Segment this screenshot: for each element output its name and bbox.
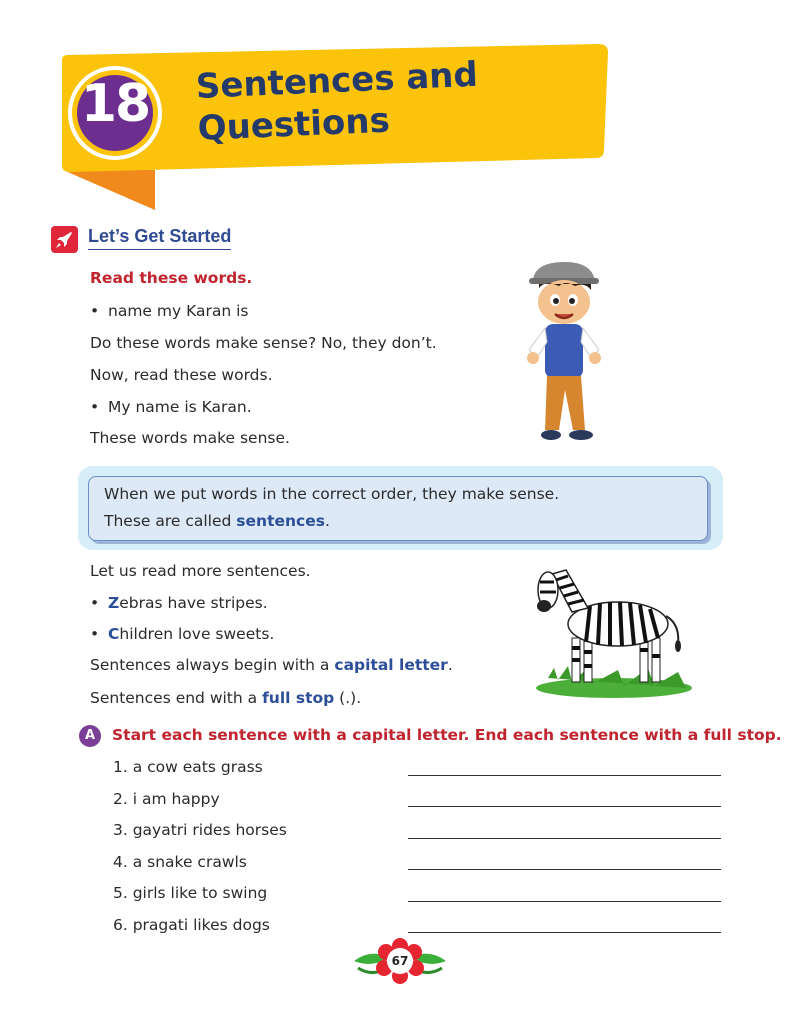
intro-line-1: Do these words make sense? No, they don’… [90, 334, 437, 352]
answer-line[interactable] [408, 838, 721, 839]
intro-bullet-1: • name my Karan is [90, 302, 249, 320]
more-line-3: Sentences end with a full stop (.). [90, 689, 362, 707]
info-line-2: These are called sentences. [104, 512, 330, 530]
more-bullet-2: • Children love sweets. [90, 625, 275, 643]
zebra-illustration [536, 569, 692, 698]
more-line-1: Let us read more sentences. [90, 562, 311, 580]
intro-instruction: Read these words. [90, 269, 253, 287]
answer-line[interactable] [408, 869, 721, 870]
exercise-item: 5. girls like to swing [113, 884, 268, 902]
exercise-item: 1. a cow eats grass [113, 758, 263, 776]
page-number: 67 [391, 954, 409, 968]
answer-line[interactable] [408, 775, 721, 776]
exercise-item: 3. gayatri rides horses [113, 821, 287, 839]
answer-line[interactable] [408, 901, 721, 902]
exercise-badge: A [79, 725, 101, 747]
boy-illustration [527, 262, 601, 440]
answer-line[interactable] [408, 806, 721, 807]
intro-bullet-2: • My name is Karan. [90, 398, 252, 416]
exercise-instruction: Start each sentence with a capital lette… [112, 726, 782, 744]
section-title: Let’s Get Started [88, 226, 232, 250]
intro-line-2: Now, read these words. [90, 366, 273, 384]
exercise-item: 2. i am happy [113, 790, 220, 808]
exercise-item: 6. pragati likes dogs [113, 916, 270, 934]
more-line-2: Sentences always begin with a capital le… [90, 656, 453, 674]
info-line-1: When we put words in the correct order, … [104, 485, 560, 503]
rocket-icon [51, 226, 78, 253]
answer-line[interactable] [408, 932, 721, 933]
chapter-title: Sentences and Questions [195, 54, 480, 150]
exercise-item: 4. a snake crawls [113, 853, 247, 871]
more-bullet-1: • Zebras have stripes. [90, 594, 268, 612]
chapter-number: 18 [80, 74, 151, 134]
intro-line-3: These words make sense. [90, 429, 290, 447]
